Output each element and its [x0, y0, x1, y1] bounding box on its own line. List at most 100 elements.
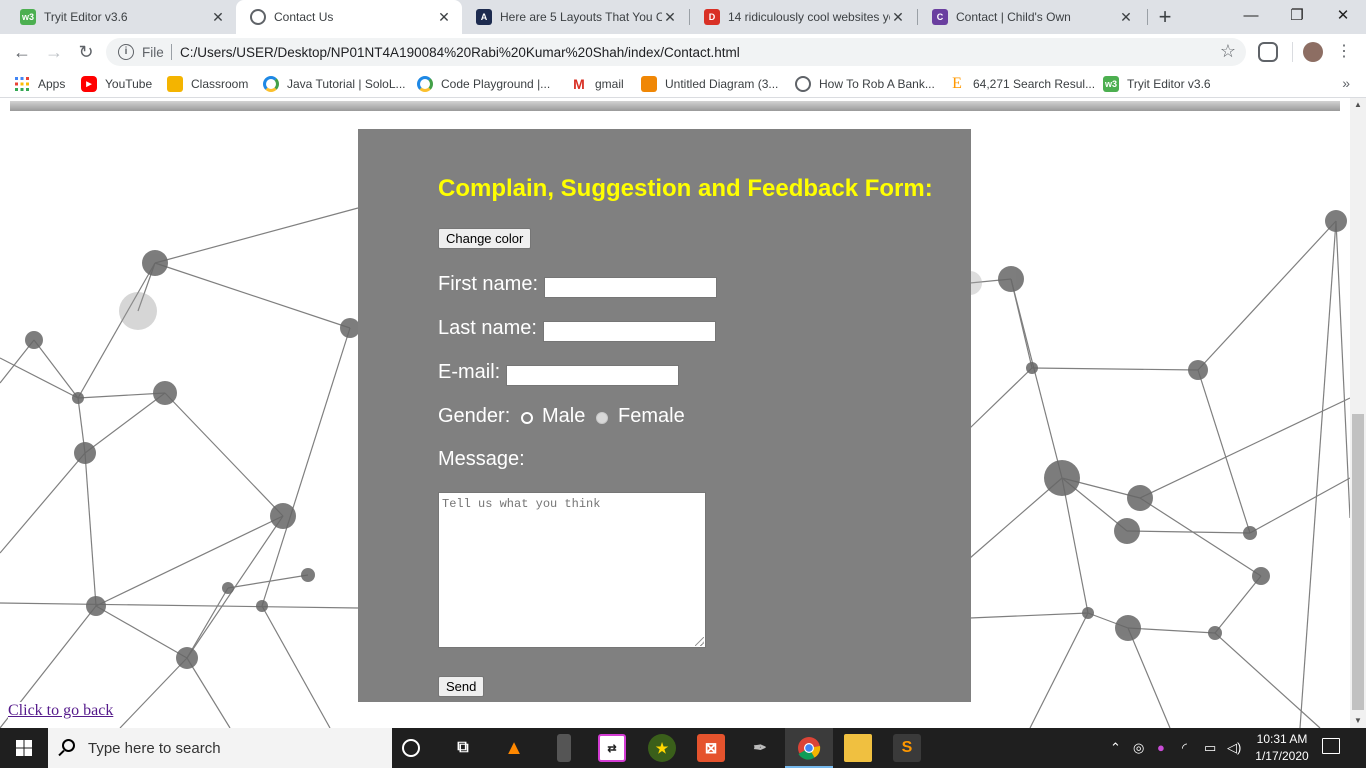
- close-icon[interactable]: ✕: [662, 9, 678, 26]
- system-clock[interactable]: 10:31 AM 1/17/2020: [1250, 731, 1314, 765]
- w3schools-icon: w3: [20, 9, 36, 25]
- tray-viber-icon[interactable]: ●: [1157, 740, 1165, 755]
- first-name-label: First name:: [438, 273, 539, 295]
- extension-icon[interactable]: [1258, 42, 1278, 62]
- cortana-icon[interactable]: [402, 739, 420, 757]
- change-color-button[interactable]: Change color: [438, 228, 532, 249]
- restore-button[interactable]: ❐: [1274, 0, 1320, 34]
- battery-icon[interactable]: ▭: [1204, 740, 1216, 756]
- globe-icon: [250, 9, 266, 25]
- tab-layouts[interactable]: A Here are 5 Layouts That You Ca ✕: [462, 0, 688, 34]
- tab-title: Here are 5 Layouts That You Ca: [500, 10, 662, 24]
- tab-title: 14 ridiculously cool websites yo: [728, 10, 890, 24]
- info-icon[interactable]: i: [118, 44, 134, 60]
- bookmark-youtube[interactable]: ▶ YouTube: [81, 75, 152, 93]
- phone-app-icon[interactable]: [557, 734, 571, 762]
- windows-logo-icon: [16, 740, 32, 756]
- xampp-icon[interactable]: ⊠: [697, 734, 725, 762]
- file-explorer-icon[interactable]: [844, 734, 872, 762]
- close-icon[interactable]: ✕: [1118, 9, 1134, 26]
- diagram-app-icon[interactable]: ⇄: [598, 734, 626, 762]
- message-textarea[interactable]: Tell us what you think: [438, 492, 706, 648]
- tab-title: Contact | Child's Own: [956, 10, 1071, 24]
- go-back-link[interactable]: Click to go back: [8, 702, 114, 720]
- omnibox-divider: [171, 44, 172, 60]
- page-viewport: Complain, Suggestion and Feedback Form: …: [0, 98, 1350, 728]
- article-icon: D: [704, 9, 720, 25]
- bookmark-search-results[interactable]: E 64,271 Search Resul...: [949, 75, 1095, 93]
- bookmark-tryit-editor[interactable]: w3 Tryit Editor v3.6: [1103, 75, 1211, 93]
- message-label: Message:: [438, 448, 525, 470]
- first-name-field[interactable]: [544, 277, 717, 298]
- gender-male-label: Male: [542, 405, 586, 427]
- tab-title: Tryit Editor v3.6: [44, 10, 128, 24]
- bookmark-code-playground[interactable]: Code Playground |...: [417, 75, 550, 93]
- send-button[interactable]: Send: [438, 676, 485, 697]
- vlc-icon[interactable]: ▲: [500, 734, 528, 762]
- sublime-text-icon[interactable]: S: [893, 734, 921, 762]
- bookmark-untitled-diagram[interactable]: Untitled Diagram (3...: [641, 75, 778, 93]
- task-view-icon[interactable]: ⧉: [449, 734, 477, 762]
- gmail-icon: M: [573, 76, 585, 92]
- close-icon[interactable]: ✕: [436, 9, 452, 26]
- chrome-taskbar-active[interactable]: [785, 728, 833, 768]
- gender-female-label: Female: [618, 405, 685, 427]
- windows-start-button[interactable]: [0, 728, 48, 768]
- tab-cool-websites[interactable]: D 14 ridiculously cool websites yo ✕: [690, 0, 916, 34]
- game-app-icon[interactable]: ★: [648, 734, 676, 762]
- scroll-up-icon[interactable]: ▲: [1350, 98, 1366, 112]
- email-field[interactable]: [506, 365, 679, 386]
- tab-contact-us[interactable]: Contact Us ✕: [236, 0, 462, 34]
- tab-childs-own[interactable]: C Contact | Child's Own ✕: [918, 0, 1144, 34]
- bookmark-classroom[interactable]: Classroom: [167, 75, 248, 93]
- bookmark-apps[interactable]: Apps: [14, 75, 65, 93]
- tab-strip: w3 Tryit Editor v3.6 ✕ Contact Us ✕ A He…: [0, 0, 1366, 34]
- clock-time: 10:31 AM: [1256, 732, 1308, 746]
- resize-handle-icon[interactable]: [695, 637, 704, 646]
- bookmark-gmail[interactable]: M gmail: [571, 75, 624, 93]
- bookmark-rob-bank[interactable]: How To Rob A Bank...: [795, 75, 935, 93]
- volume-icon[interactable]: ◁): [1227, 740, 1241, 756]
- new-tab-button[interactable]: +: [1152, 4, 1178, 30]
- minimize-button[interactable]: —: [1228, 0, 1274, 34]
- bookmark-label: Code Playground |...: [441, 77, 551, 91]
- gender-female-radio[interactable]: [596, 412, 608, 424]
- page-scrollbar[interactable]: ▲ ▼: [1350, 98, 1366, 728]
- more-bookmarks-icon[interactable]: »: [1342, 75, 1350, 91]
- gender-label: Gender:: [438, 405, 511, 427]
- tray-sync-icon[interactable]: ◎: [1133, 740, 1144, 756]
- profile-avatar[interactable]: [1303, 42, 1323, 62]
- menu-kebab-icon[interactable]: ⋮: [1334, 42, 1354, 62]
- tab-tryit-editor[interactable]: w3 Tryit Editor v3.6 ✕: [6, 0, 236, 34]
- notification-icon[interactable]: [1322, 738, 1340, 754]
- browser-toolbar: ← → ↻ i File C:/Users/USER/Desktop/NP01N…: [0, 34, 1366, 70]
- last-name-field[interactable]: [543, 321, 716, 342]
- tray-chevron-icon[interactable]: ⌃: [1110, 740, 1121, 756]
- address-bar[interactable]: i File C:/Users/USER/Desktop/NP01NT4A190…: [106, 38, 1246, 66]
- forward-arrow-icon[interactable]: →: [40, 38, 68, 66]
- back-arrow-icon[interactable]: ←: [8, 38, 36, 66]
- classroom-icon: [167, 76, 183, 92]
- scroll-thumb[interactable]: [1352, 414, 1364, 710]
- bookmark-label: How To Rob A Bank...: [819, 77, 935, 91]
- taskbar-search-box[interactable]: Type here to search: [48, 728, 392, 768]
- tab-divider: [1147, 9, 1148, 25]
- reload-icon[interactable]: ↻: [72, 38, 100, 66]
- globe-icon: [795, 76, 811, 92]
- url-text[interactable]: C:/Users/USER/Desktop/NP01NT4A190084%20R…: [180, 45, 740, 60]
- search-icon: [62, 739, 75, 752]
- taskbar-search-placeholder: Type here to search: [88, 740, 221, 757]
- bookmark-label: Apps: [38, 77, 66, 91]
- close-icon[interactable]: ✕: [890, 9, 906, 26]
- bookmark-star-icon[interactable]: ☆: [1220, 41, 1236, 62]
- bookmark-label: Untitled Diagram (3...: [665, 77, 779, 91]
- bookmark-java-tutorial[interactable]: Java Tutorial | SoloL...: [263, 75, 406, 93]
- w3schools-icon: w3: [1103, 76, 1119, 92]
- pen-app-icon[interactable]: ✒: [746, 734, 774, 762]
- wifi-icon[interactable]: ◜: [1182, 740, 1187, 756]
- window-close-button[interactable]: ✕: [1320, 0, 1366, 34]
- gender-male-radio[interactable]: [521, 412, 533, 424]
- scroll-down-icon[interactable]: ▼: [1350, 714, 1366, 728]
- bookmark-label: Classroom: [191, 77, 249, 91]
- close-icon[interactable]: ✕: [210, 9, 226, 26]
